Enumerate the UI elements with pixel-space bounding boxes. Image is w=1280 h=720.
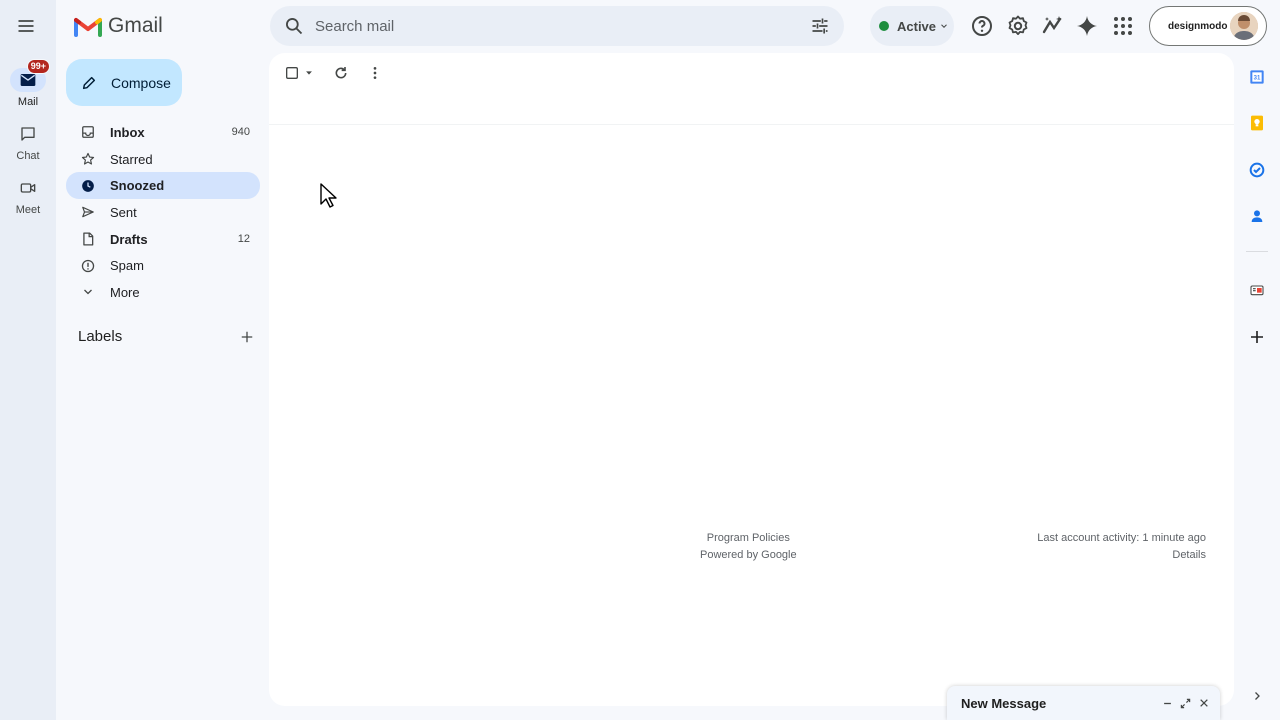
account-button[interactable]: designmodo [1149,6,1267,46]
app-rail: 99+ Mail Chat Meet [0,0,56,720]
message-list-panel: Program Policies Powered by Google Last … [269,53,1234,706]
nav-item-more[interactable]: More [66,279,260,306]
rail-item-meet[interactable]: Meet [0,176,56,216]
create-label-plus-icon[interactable] [240,330,254,344]
main-menu-icon[interactable] [16,16,40,36]
footer-right: Last account activity: 1 minute ago Deta… [1037,530,1206,564]
nav-item-starred[interactable]: Starred [66,146,260,173]
nav-item-count: 12 [237,233,250,246]
chevron-down-icon [80,284,96,300]
nav-item-sent[interactable]: Sent [66,199,260,226]
spam-icon [80,258,96,274]
rail-item-label: Meet [15,204,41,216]
new-message-title: New Message [961,695,1047,711]
clock-icon [80,178,96,194]
rail-item-label: Mail [17,96,39,108]
help-icon[interactable] [970,14,994,38]
checkbox-icon [286,67,298,79]
logo-text: Gmail [108,14,163,37]
labels-title: Labels [78,328,123,345]
nav-item-label: Sent [110,204,137,220]
account-name: designmodo [1168,20,1228,32]
program-policies-link[interactable]: Program Policies [700,530,797,547]
gmail-m-icon [74,18,102,37]
rail-item-chat[interactable]: Chat [0,122,56,162]
list-toolbar [269,53,1234,125]
get-addons-plus-icon[interactable] [1249,329,1265,345]
addon-icon[interactable] [1249,282,1265,298]
caret-down-icon [306,71,312,75]
settings-gear-icon[interactable] [1006,14,1030,38]
nav-item-drafts[interactable]: Drafts 12 [66,226,260,253]
side-panel-divider [1246,251,1268,252]
details-link[interactable]: Details [1037,547,1206,564]
inbox-icon [80,124,96,140]
nav-item-spam[interactable]: Spam [66,252,260,279]
side-panel: 31 [1234,53,1280,720]
nav-item-label: More [110,284,140,300]
rail-item-mail[interactable]: 99+ Mail [0,59,56,108]
close-icon[interactable] [1195,695,1212,712]
footer-left: Program Policies Powered by Google [700,530,797,564]
new-message-window[interactable]: New Message [947,686,1220,720]
contacts-icon[interactable] [1249,208,1265,224]
powered-by-text: Powered by Google [700,549,797,561]
search-bar[interactable] [270,6,844,46]
nav-item-label: Snoozed [110,178,165,194]
folder-nav: Inbox 940 Starred Snoozed Sent Drafts 12… [66,119,260,306]
mail-icon: 99+ [10,59,50,92]
select-checkbox-dropdown[interactable] [284,65,314,81]
rail-item-label: Chat [16,150,40,162]
gemini-star-icon[interactable] [1075,14,1099,38]
search-icon[interactable] [284,16,304,36]
nav-item-label: Drafts [110,231,148,247]
apps-grid-icon[interactable] [1111,14,1135,38]
star-icon [80,151,96,167]
chevron-down-icon [941,24,947,28]
search-options-icon[interactable] [810,16,830,36]
video-camera-icon [10,176,46,200]
compose-button[interactable]: Compose [66,59,182,106]
last-activity-text: Last account activity: 1 minute ago [1037,532,1206,544]
draft-icon [80,231,96,247]
refresh-icon[interactable] [333,65,349,81]
nav-item-count: 940 [231,126,250,139]
sparkle-tools-icon[interactable] [1041,14,1065,38]
status-dropdown[interactable]: Active [870,6,954,46]
nav-item-inbox[interactable]: Inbox 940 [66,119,260,146]
full-screen-icon[interactable] [1177,695,1194,712]
chat-icon [10,122,46,146]
nav-item-label: Inbox [110,124,145,140]
minimize-icon[interactable] [1159,695,1176,712]
status-label: Active [897,18,937,34]
send-icon [80,204,96,220]
pencil-icon [82,76,96,89]
mail-unread-badge: 99+ [26,59,50,74]
labels-header: Labels [78,328,254,345]
status-dot [879,21,889,31]
tasks-icon[interactable] [1249,162,1265,178]
mouse-pointer-icon [320,183,338,209]
avatar [1230,12,1258,40]
nav-item-label: Spam [110,258,144,274]
svg-text:31: 31 [1254,76,1261,82]
calendar-icon[interactable]: 31 [1249,69,1265,85]
chevron-right-icon[interactable] [1251,690,1263,702]
compose-label: Compose [111,74,171,91]
keep-icon[interactable] [1249,115,1265,131]
search-input[interactable] [315,6,795,46]
nav-item-label: Starred [110,151,153,167]
gmail-logo[interactable]: Gmail [74,14,163,38]
nav-item-snoozed[interactable]: Snoozed [66,172,260,200]
more-vert-icon[interactable] [367,65,383,81]
